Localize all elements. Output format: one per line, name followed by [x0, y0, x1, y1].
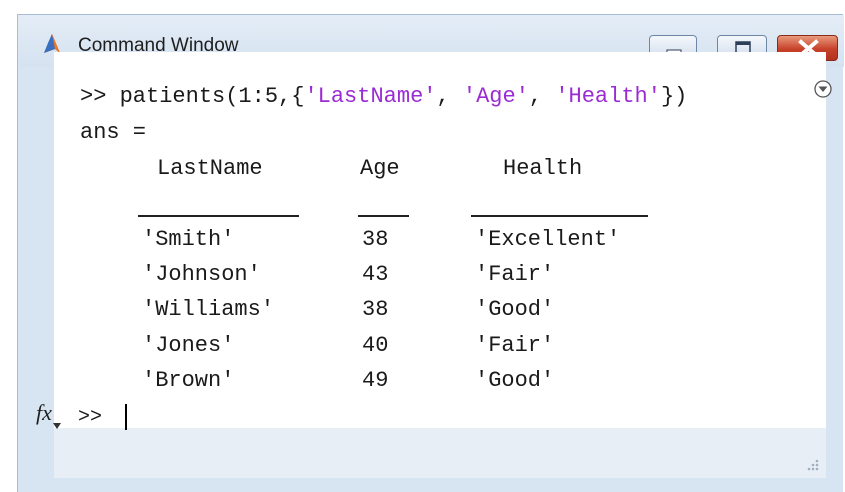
header-underline-age: [358, 215, 409, 217]
string-lastname: 'LastName': [304, 84, 437, 109]
header-age: Age: [360, 156, 400, 181]
string-age: 'Age': [462, 84, 529, 109]
expand-down-icon[interactable]: [813, 79, 833, 99]
cell-lastname: 'Jones': [142, 333, 235, 358]
cell-health: 'Fair': [475, 262, 555, 287]
cell-age: 43: [362, 262, 389, 287]
fx-dropdown-icon[interactable]: [53, 423, 61, 429]
cell-age: 49: [362, 368, 389, 393]
cell-lastname: 'Williams': [142, 297, 275, 322]
resize-grip-icon[interactable]: [804, 456, 820, 472]
ans-label: ans =: [80, 120, 147, 145]
cell-age: 38: [362, 227, 389, 252]
command-code-suffix: }): [660, 84, 688, 109]
cell-health: 'Fair': [475, 333, 555, 358]
header-health: Health: [503, 156, 583, 181]
status-strip: [54, 428, 826, 478]
cell-lastname: 'Smith': [142, 227, 235, 252]
text-cursor[interactable]: [125, 404, 127, 430]
header-lastname: LastName: [157, 156, 263, 181]
cell-lastname: 'Johnson': [142, 262, 261, 287]
command-code-prefix: patients(1:5,{: [119, 84, 305, 109]
cell-health: 'Excellent': [475, 227, 621, 252]
command-sep-2: ,: [528, 84, 556, 109]
header-underline-health: [471, 215, 648, 217]
input-prompt: >>: [78, 406, 103, 429]
cell-lastname: 'Brown': [142, 368, 235, 393]
command-sep-1: ,: [436, 84, 463, 109]
command-line: >> patients(1:5,{'LastName', 'Age', 'Hea…: [80, 84, 687, 110]
cell-health: 'Good': [475, 297, 555, 322]
cell-age: 40: [362, 333, 389, 358]
command-prompt: >>: [80, 84, 107, 109]
string-health: 'Health': [555, 84, 661, 109]
header-underline-lastname: [138, 215, 299, 217]
cell-age: 38: [362, 297, 389, 322]
cell-health: 'Good': [475, 368, 555, 393]
function-browser-icon[interactable]: fx: [36, 401, 52, 425]
